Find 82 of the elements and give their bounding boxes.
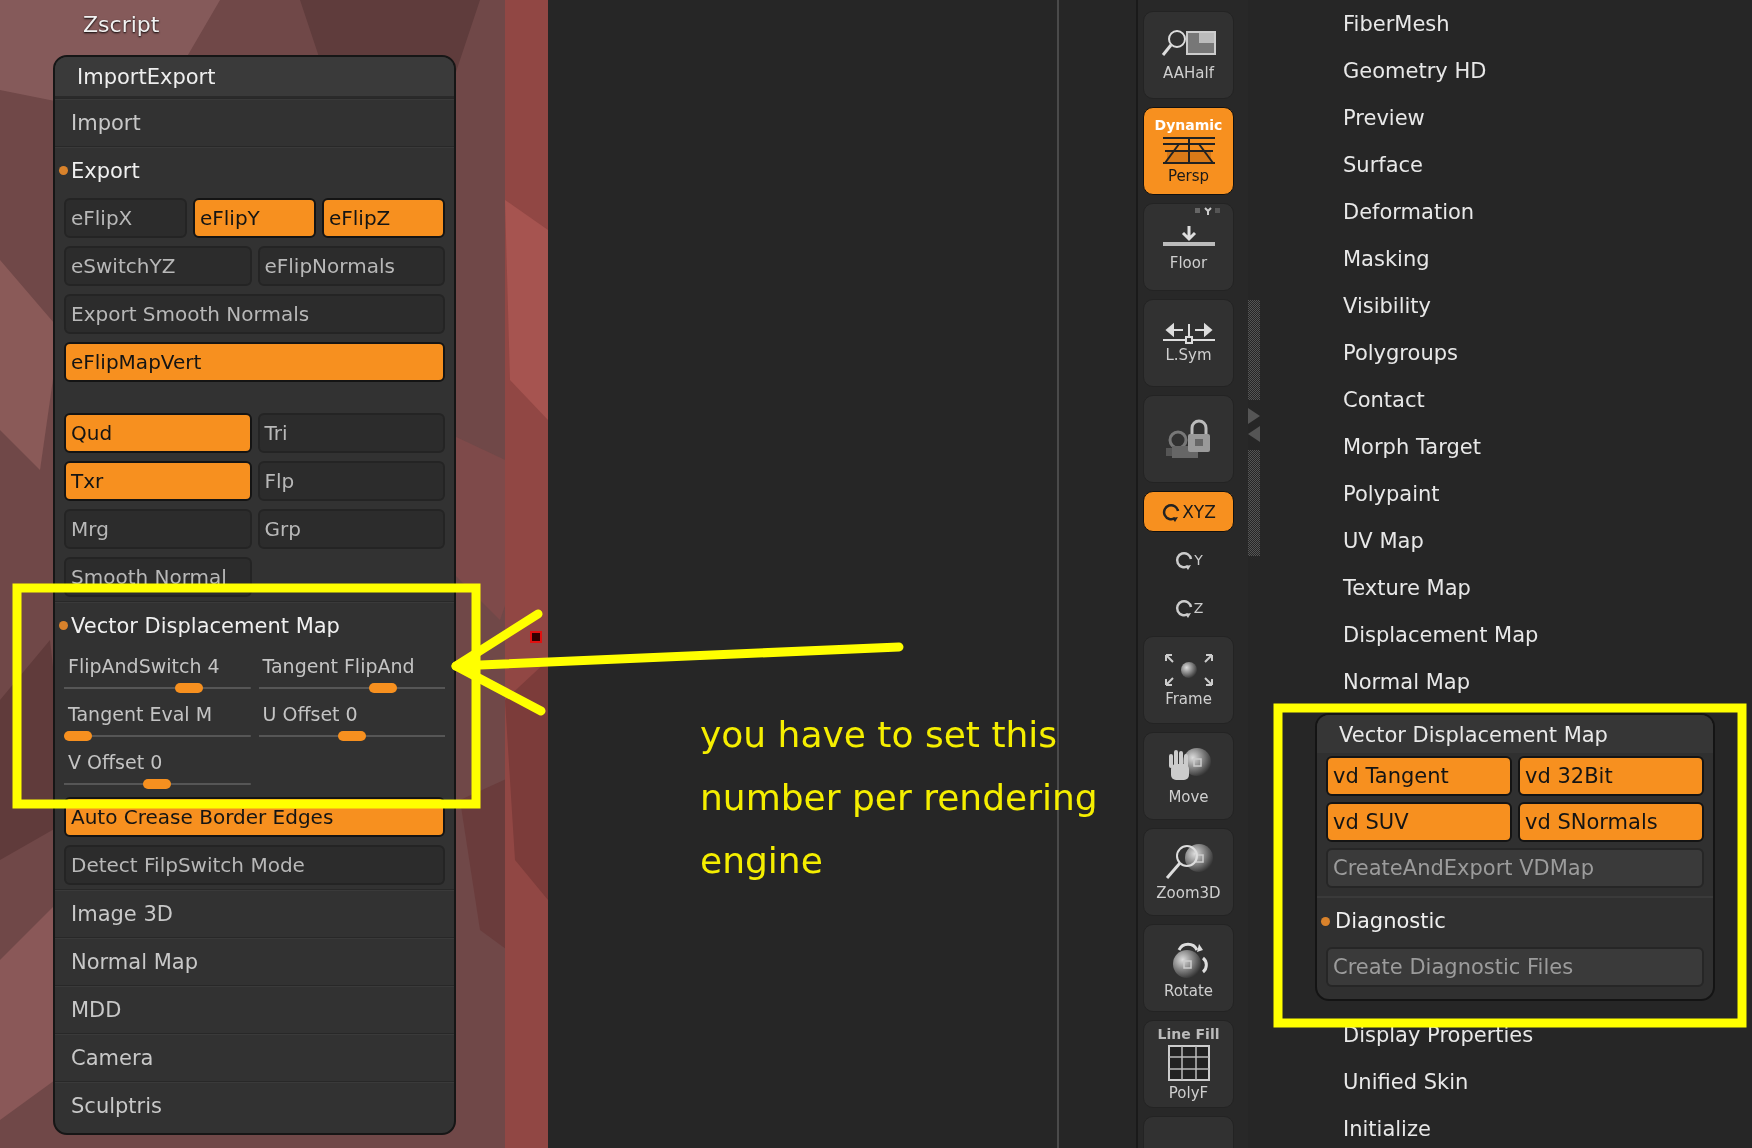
section-header[interactable]: Sculptris xyxy=(71,1093,162,1118)
action-button[interactable]: CreateAndExport VDMap xyxy=(1326,848,1704,888)
symmetry-arrows-icon xyxy=(1160,322,1217,344)
menu-item[interactable]: Surface xyxy=(1343,152,1423,178)
toggle-button[interactable]: Flp xyxy=(257,461,445,501)
palette-title[interactable]: Zscript xyxy=(83,12,160,42)
menu-item[interactable]: Deformation xyxy=(1343,199,1475,225)
toggle-button[interactable]: vd 32Bit xyxy=(1518,756,1704,796)
slider-label: V Offset 0 xyxy=(67,750,164,773)
menu-item[interactable]: Visibility xyxy=(1343,293,1431,319)
section-header[interactable]: Diagnostic xyxy=(1335,909,1446,933)
slider-thumb[interactable] xyxy=(174,683,203,693)
toggle-button[interactable]: vd Tangent xyxy=(1326,756,1512,796)
rotate-icon xyxy=(1173,597,1194,619)
toolbar-button[interactable]: Line Fill PolyF xyxy=(1143,1020,1234,1108)
toggle-button[interactable]: vd SUV xyxy=(1326,802,1512,842)
toggle-button[interactable]: Export Smooth Normals xyxy=(64,294,445,334)
toggle-button[interactable]: eFlipX xyxy=(64,198,187,238)
toolbar-button[interactable]: Frame xyxy=(1143,636,1234,724)
slider-label: Tangent FlipAnd xyxy=(261,654,416,677)
menu-item[interactable]: UV Map xyxy=(1343,528,1424,554)
toggle-button[interactable]: eFlipZ xyxy=(322,198,445,238)
menu-item[interactable]: Polypaint xyxy=(1343,481,1440,507)
toggle-button[interactable]: eSwitchYZ xyxy=(64,246,252,286)
menu-item[interactable]: Unified Skin xyxy=(1343,1069,1469,1095)
slider-thumb[interactable] xyxy=(143,779,172,789)
menu-item[interactable]: Normal Map xyxy=(1343,669,1470,695)
menu-item[interactable]: Morph Target xyxy=(1343,434,1481,460)
menu-item[interactable]: Initialize xyxy=(1343,1116,1431,1142)
panel-header[interactable]: Vector Displacement Map xyxy=(1317,715,1713,753)
menu-item[interactable]: Masking xyxy=(1343,246,1430,272)
slider-label: Tangent Eval M xyxy=(67,702,214,725)
section-header[interactable]: Normal Map xyxy=(71,949,198,974)
toolbar-button[interactable]: AAHalf xyxy=(1143,11,1234,99)
slider-label: U Offset 0 xyxy=(261,702,359,725)
section-header[interactable]: MDD xyxy=(71,997,122,1022)
toolbar-button[interactable] xyxy=(1143,395,1234,483)
palette-header[interactable]: ImportExport xyxy=(55,57,454,98)
toggle-button[interactable]: Qud xyxy=(64,413,252,453)
menu-item[interactable]: Polygroups xyxy=(1343,340,1458,366)
menu-item[interactable]: Contact xyxy=(1343,387,1425,413)
toolbar-button[interactable]: L.Sym xyxy=(1143,299,1234,387)
toolbar-button[interactable]: XYZ xyxy=(1143,491,1234,532)
menu-item[interactable]: Geometry HD xyxy=(1343,58,1487,84)
toolbar-button[interactable]: Dynamic Persp xyxy=(1143,107,1234,195)
toggle-button[interactable]: eFlipMapVert xyxy=(64,342,445,382)
menu-item[interactable]: Texture Map xyxy=(1343,575,1471,601)
section-header[interactable]: Camera xyxy=(71,1045,154,1070)
toggle-button[interactable]: eFlipY xyxy=(193,198,316,238)
frame-icon xyxy=(1162,652,1215,688)
menu-item[interactable]: Preview xyxy=(1343,105,1425,131)
toolbar-button[interactable]: Zoom3D xyxy=(1143,828,1234,916)
toggle-button[interactable]: eFlipNormals xyxy=(257,246,445,286)
toolbar-button[interactable]: Move xyxy=(1143,732,1234,820)
slider-thumb[interactable] xyxy=(369,683,398,693)
toggle-button[interactable]: vd SNormals xyxy=(1518,802,1704,842)
toggle-button[interactable]: Txr xyxy=(64,461,252,501)
perspective-grid-icon xyxy=(1160,134,1217,165)
action-button[interactable]: Create Diagnostic Files xyxy=(1326,947,1704,987)
section-header[interactable]: Image 3D xyxy=(71,901,173,926)
toggle-button[interactable]: Grp xyxy=(257,509,445,549)
toggle-button[interactable]: Detect FilpSwitch Mode xyxy=(64,845,445,885)
menu-item[interactable]: Display Properties xyxy=(1343,1022,1534,1048)
square-icon xyxy=(530,631,542,643)
section-header[interactable]: Vector Displacement Map xyxy=(71,613,340,638)
menu-item[interactable]: FiberMesh xyxy=(1343,11,1450,37)
toolbar-button[interactable]: Rotate xyxy=(1143,924,1234,1012)
slider-thumb[interactable] xyxy=(64,731,92,741)
slider-thumb[interactable] xyxy=(337,731,366,741)
axis-rotate-button[interactable]: Z xyxy=(1143,588,1234,628)
menu-item[interactable]: Displacement Map xyxy=(1343,622,1539,648)
annotation-text: you have to set this number per rendering engine xyxy=(700,713,1098,883)
axis-marks-icon xyxy=(1195,207,1221,215)
section-header[interactable]: Export xyxy=(71,158,140,183)
toggle-button[interactable]: Tri xyxy=(257,413,445,453)
toolbar-button[interactable]: Floor xyxy=(1143,203,1234,291)
section-header[interactable]: Import xyxy=(71,110,141,135)
axis-rotate-button[interactable]: Y xyxy=(1143,540,1234,580)
slider-label: FlipAndSwitch 4 xyxy=(67,654,221,677)
rotate-icon xyxy=(1174,549,1195,571)
scrollbar[interactable] xyxy=(1248,300,1260,556)
toggle-button[interactable]: Mrg xyxy=(64,509,252,549)
